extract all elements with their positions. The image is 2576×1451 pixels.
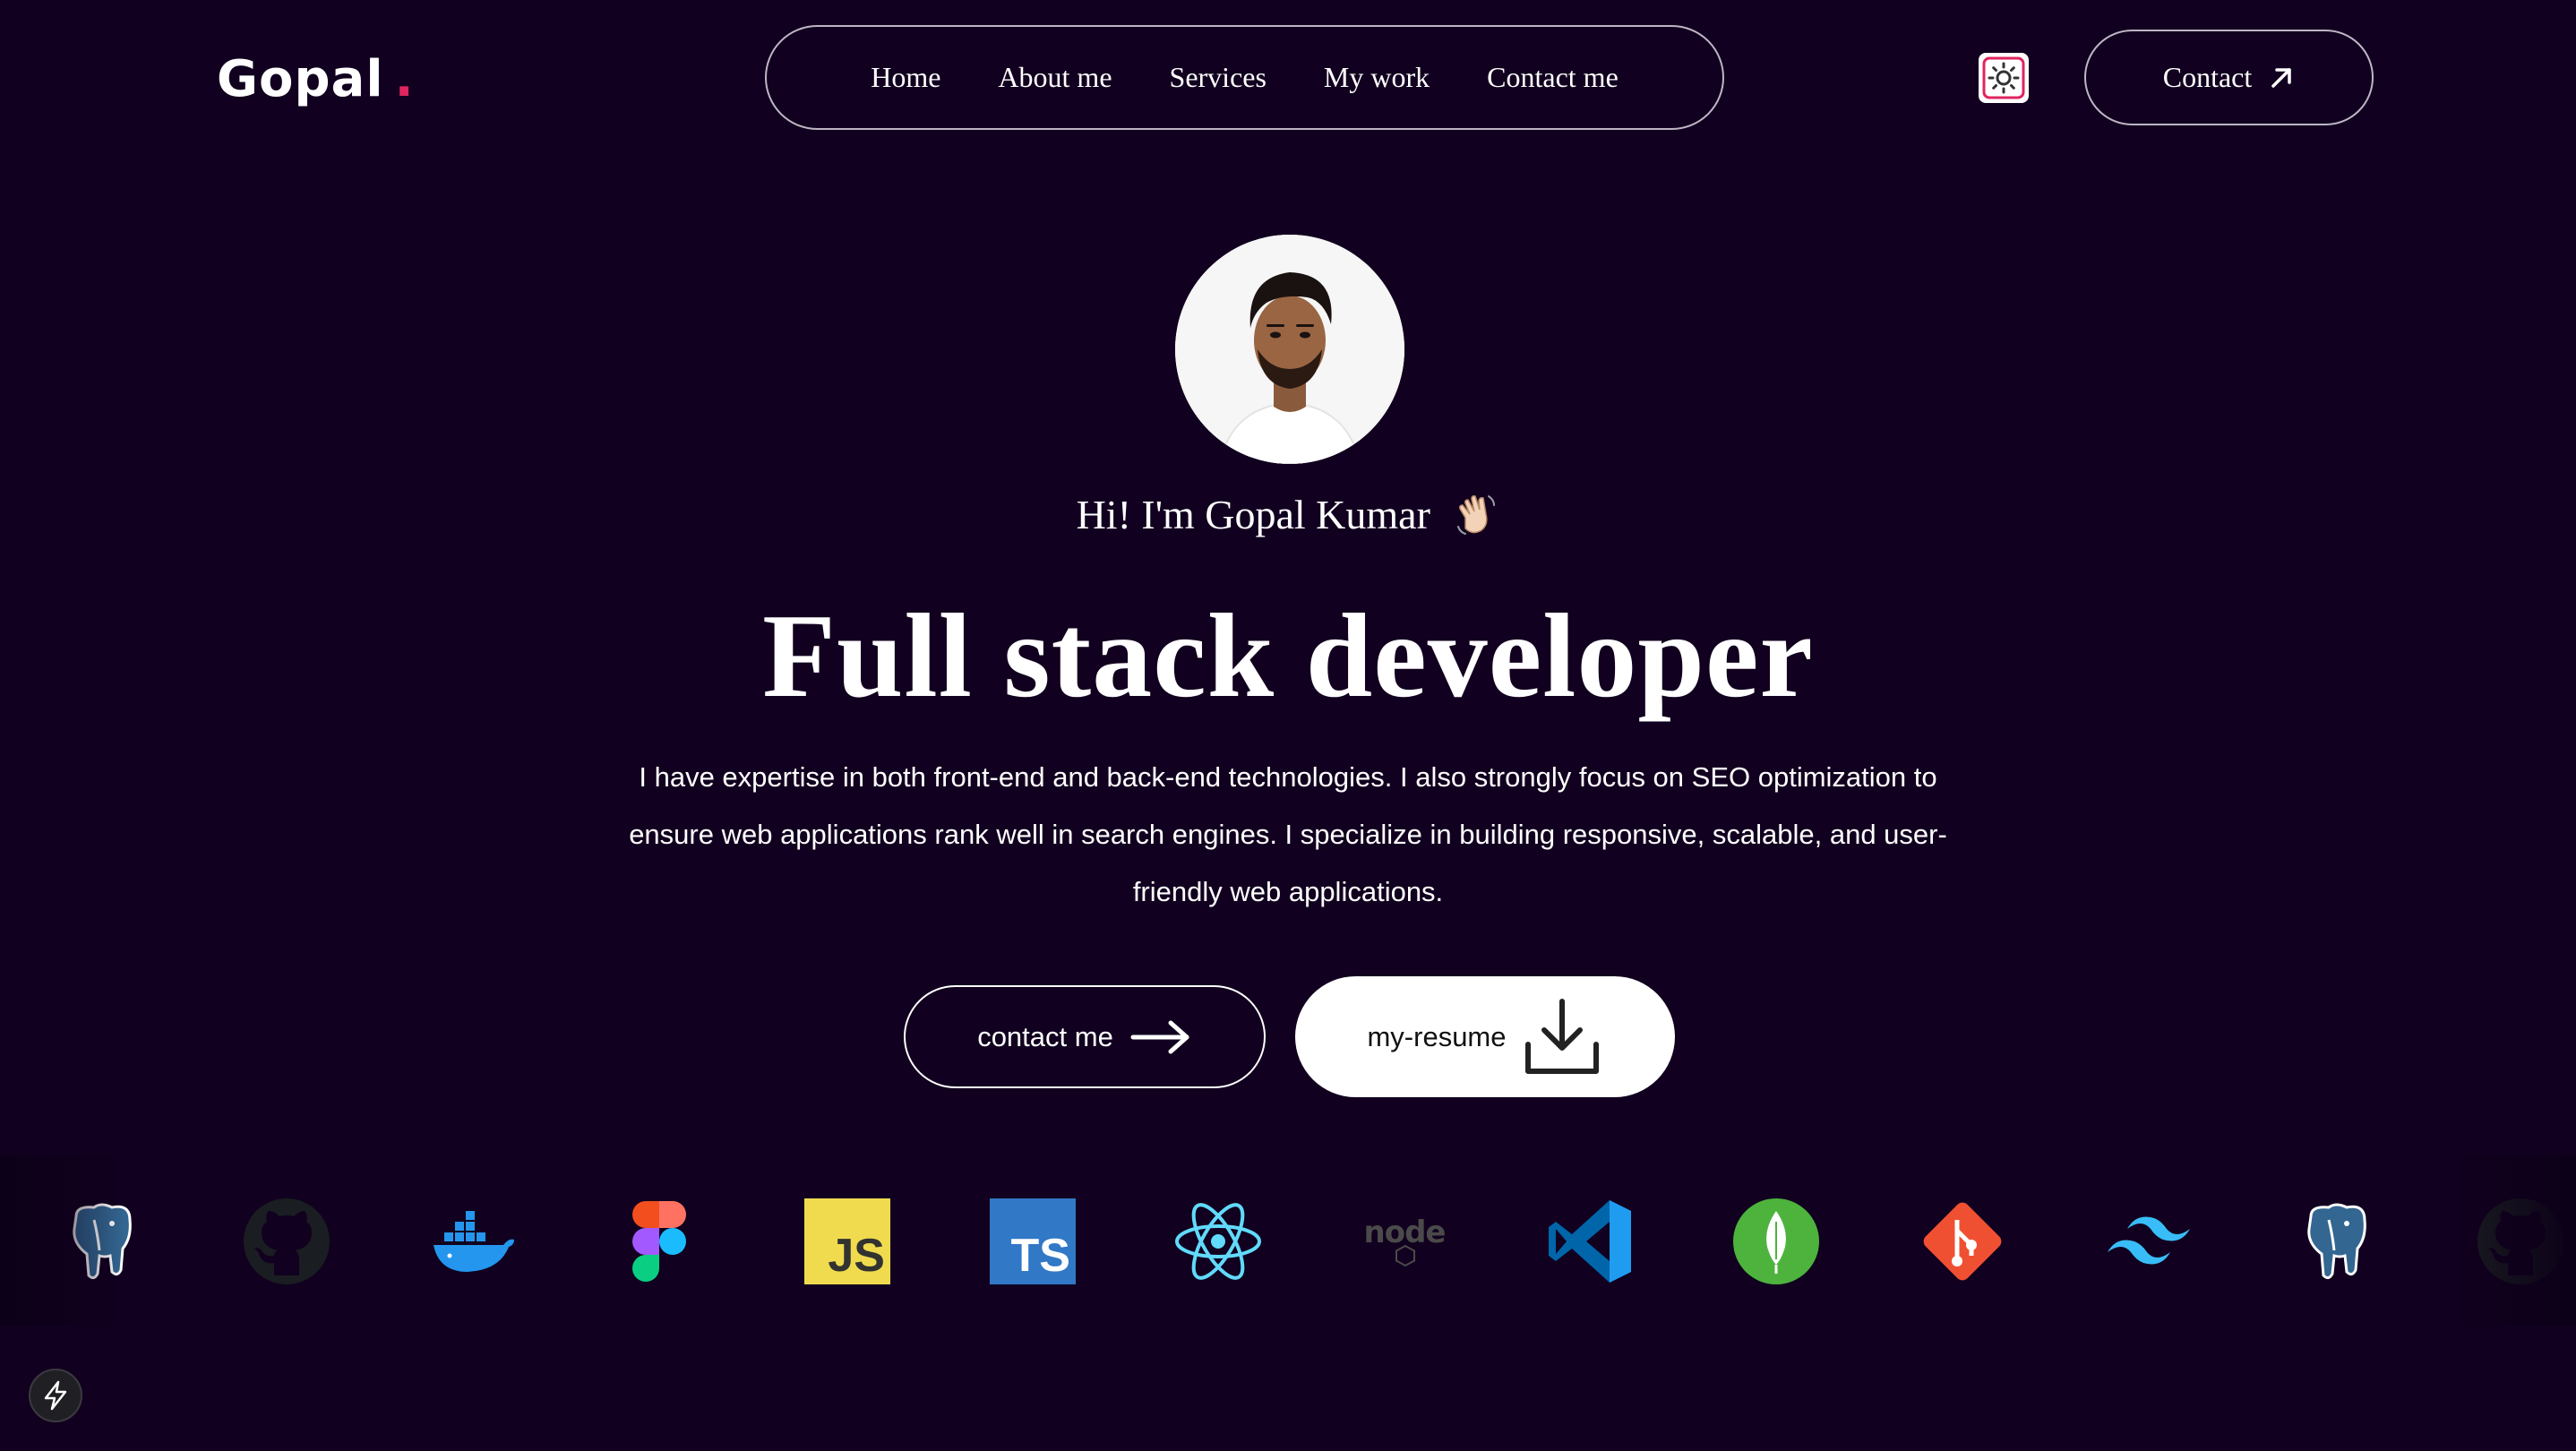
- nav-my-work[interactable]: My work: [1324, 61, 1430, 94]
- main-nav: Home About me Services My work Contact m…: [765, 25, 1724, 130]
- arrow-right-icon: [1130, 1020, 1189, 1053]
- postgresql-icon: [2291, 1197, 2381, 1286]
- resume-label: my-resume: [1367, 1020, 1507, 1052]
- typescript-icon: TS: [988, 1197, 1078, 1286]
- github-icon: [242, 1197, 331, 1286]
- mongodb-icon: [1731, 1197, 1821, 1286]
- javascript-icon: JS: [803, 1197, 892, 1286]
- lightning-button[interactable]: [29, 1369, 82, 1422]
- profile-photo: [1175, 235, 1404, 464]
- waving-hand-icon: [1453, 491, 1499, 547]
- ts-label: TS: [1010, 1230, 1070, 1282]
- contact-me-button[interactable]: contact me: [904, 985, 1266, 1088]
- nav-home[interactable]: Home: [871, 61, 940, 94]
- git-icon: [1918, 1197, 2007, 1286]
- avatar: [1175, 235, 1404, 464]
- hero-description: I have expertise in both front-end and b…: [629, 761, 1947, 907]
- nav-about[interactable]: About me: [998, 61, 1112, 94]
- nodejs-icon: node: [1360, 1197, 1449, 1286]
- logo-text: Gopal: [217, 50, 384, 108]
- download-icon: [1524, 998, 1599, 1074]
- lightning-icon: [44, 1380, 67, 1411]
- theme-toggle-button[interactable]: [1979, 53, 2029, 103]
- resume-download-button[interactable]: my-resume: [1295, 976, 1675, 1097]
- greeting-text: Hi! I'm Gopal Kumar: [1076, 492, 1430, 538]
- figma-icon: [614, 1197, 704, 1286]
- tech-stack-strip: JS TS node: [0, 1155, 2576, 1326]
- strip-fade-right: [2451, 1155, 2576, 1326]
- logo-dot: .: [394, 50, 415, 108]
- sun-icon: [1982, 56, 2025, 99]
- strip-fade-left: [0, 1155, 125, 1326]
- arrow-up-right-icon: [2271, 67, 2292, 88]
- headline: Full stack developer: [762, 589, 1814, 722]
- nav-services[interactable]: Services: [1170, 61, 1267, 94]
- tailwind-icon: [2104, 1197, 2194, 1286]
- vscode-icon: [1545, 1197, 1635, 1286]
- contact-me-label: contact me: [977, 1020, 1113, 1052]
- nav-contact[interactable]: Contact me: [1487, 61, 1619, 94]
- react-icon: [1173, 1197, 1263, 1286]
- docker-icon: [428, 1197, 518, 1286]
- header-contact-button[interactable]: Contact: [2084, 30, 2374, 125]
- greeting: Hi! I'm Gopal Kumar: [0, 491, 2576, 547]
- header-contact-label: Contact: [2162, 61, 2253, 93]
- logo[interactable]: Gopal .: [217, 50, 415, 108]
- page: Gopal . Home About me Services My work C…: [0, 0, 2576, 1451]
- js-label: JS: [828, 1230, 885, 1282]
